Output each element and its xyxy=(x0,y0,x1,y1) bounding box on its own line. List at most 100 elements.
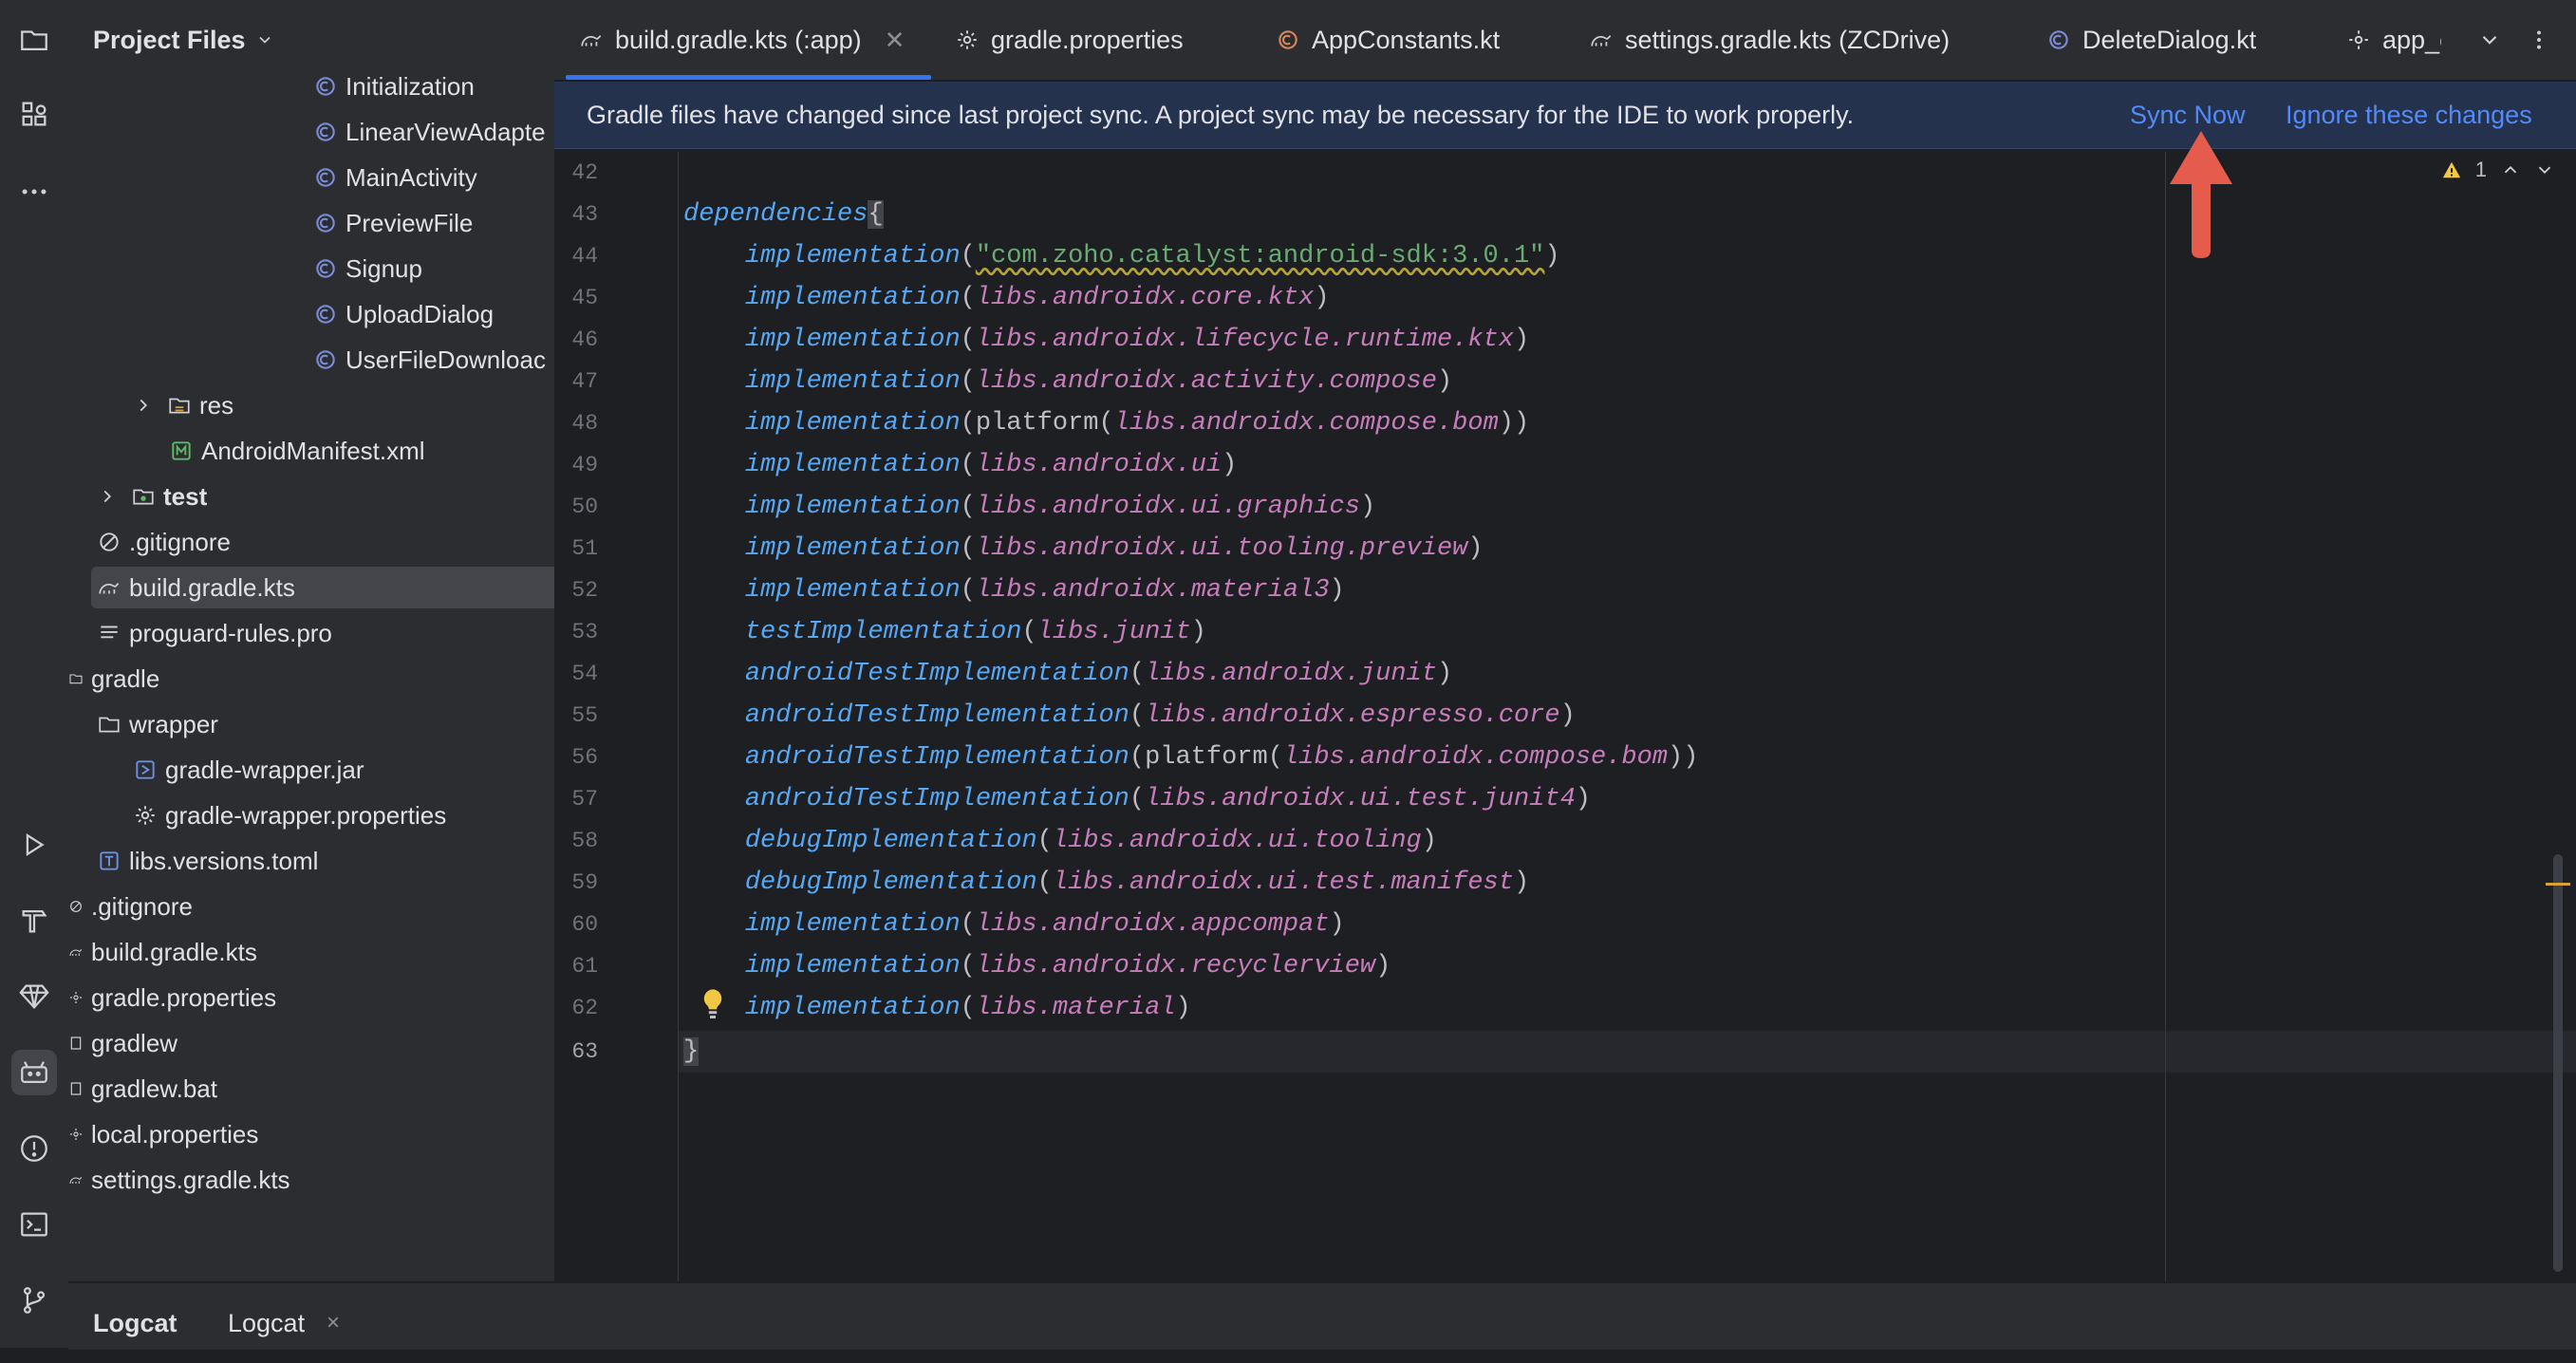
sync-message: Gradle files have changed since last pro… xyxy=(587,101,1855,129)
chevron-right-icon[interactable] xyxy=(97,486,118,507)
project-title[interactable]: Project Files xyxy=(93,26,246,55)
tree-item[interactable]: UserFileDownloac xyxy=(68,338,554,382)
close-icon[interactable]: × xyxy=(327,1283,340,1363)
line-number: 48 xyxy=(571,411,598,436)
inspection-widget[interactable]: 1 xyxy=(2441,158,2555,182)
tree-item[interactable]: settings.gradle.kts xyxy=(68,1158,554,1202)
folder-icon xyxy=(97,712,121,737)
code-line: implementation(platform(libs.androidx.co… xyxy=(744,409,1530,438)
tab-delete-dialog[interactable]: DeleteDialog.kt xyxy=(2046,0,2256,80)
function-token: implementation xyxy=(744,409,961,438)
tree-item-label: PreviewFile xyxy=(345,208,474,237)
tab-settings-gradle[interactable]: settings.gradle.kts (ZCDrive) xyxy=(1589,0,1950,80)
tree-item[interactable]: PreviewFile xyxy=(68,201,554,245)
settings-file-icon xyxy=(133,803,158,828)
tree-item[interactable]: gradle-wrapper.properties xyxy=(68,794,554,837)
folder-icon[interactable] xyxy=(11,17,57,63)
tree-item-res[interactable]: res xyxy=(68,383,554,427)
toml-icon xyxy=(97,849,121,873)
kotlin-class-icon xyxy=(2046,28,2071,52)
function-token: implementation xyxy=(744,952,961,980)
bottom-tool-bar: Logcat Logcat × xyxy=(68,1281,2576,1350)
run-icon[interactable] xyxy=(11,822,57,868)
chevron-up-icon[interactable] xyxy=(2500,159,2521,180)
code-line: implementation(libs.material) xyxy=(744,994,1191,1022)
code-line: debugImplementation(libs.androidx.ui.tes… xyxy=(744,868,1530,897)
tree-item[interactable]: gradlew xyxy=(68,1021,554,1065)
problems-icon[interactable] xyxy=(11,1126,57,1171)
git-icon[interactable] xyxy=(11,1278,57,1323)
ignore-changes-link[interactable]: Ignore these changes xyxy=(2286,82,2532,148)
tree-item[interactable]: .gitignore xyxy=(68,520,554,564)
line-number: 57 xyxy=(571,787,598,812)
function-token: platform xyxy=(975,409,1099,438)
brace-token: } xyxy=(683,1037,700,1066)
kotlin-class-icon xyxy=(313,211,338,235)
line-number: 49 xyxy=(571,453,598,477)
android-icon[interactable] xyxy=(11,1050,57,1095)
scrollbar-warning-mark xyxy=(2546,883,2570,886)
reference-token: libs.androidx.ui.tooling.preview xyxy=(975,534,1468,563)
code-line: implementation(libs.androidx.ui.graphics… xyxy=(744,493,1376,521)
tree-item[interactable]: AndroidManifest.xml xyxy=(68,429,554,473)
gem-icon[interactable] xyxy=(11,974,57,1019)
reference-token: libs.androidx.ui xyxy=(975,451,1223,479)
chevron-right-icon[interactable] xyxy=(133,395,154,416)
gradle-icon xyxy=(68,1167,84,1192)
chevron-down-icon[interactable] xyxy=(2534,159,2555,180)
tree-item[interactable]: Signup xyxy=(68,247,554,290)
chevron-down-icon[interactable] xyxy=(2477,28,2502,52)
tree-item[interactable]: MainActivity xyxy=(68,156,554,199)
folder-icon xyxy=(68,666,84,691)
line-number: 43 xyxy=(571,202,598,227)
tree-item[interactable]: gradle xyxy=(68,657,554,700)
line-number: 56 xyxy=(571,745,598,770)
inspection-count: 1 xyxy=(2474,158,2487,181)
tree-item[interactable]: LinearViewAdapte xyxy=(68,110,554,154)
tab-logcat-title[interactable]: Logcat xyxy=(93,1283,177,1363)
tree-item[interactable]: build.gradle.kts xyxy=(68,930,554,974)
tab-app-c[interactable]: app_c xyxy=(2346,0,2441,80)
tree-item[interactable]: .gitignore xyxy=(68,885,554,928)
line-number-current: 63 xyxy=(571,1039,598,1064)
project-header[interactable]: Project Files xyxy=(93,21,274,59)
tree-item[interactable]: libs.versions.toml xyxy=(68,839,554,883)
tab-gradle-properties[interactable]: gradle.properties xyxy=(955,0,1184,80)
tree-item-label: build.gradle.kts xyxy=(91,937,257,966)
tree-item[interactable]: local.properties xyxy=(68,1112,554,1156)
more-icon[interactable] xyxy=(11,169,57,215)
function-token: platform xyxy=(1145,743,1268,772)
function-token: implementation xyxy=(744,367,961,396)
code-line: } xyxy=(683,1031,700,1073)
build-icon[interactable] xyxy=(11,898,57,943)
tab-logcat[interactable]: Logcat xyxy=(228,1283,305,1363)
line-number-gutter: 42 43 44 45 46 47 48 49 50 51 52 53 54 5… xyxy=(554,152,679,1281)
tab-label: AppConstants.kt xyxy=(1312,25,1501,54)
more-vertical-icon[interactable] xyxy=(2527,28,2551,52)
tree-item[interactable]: gradlew.bat xyxy=(68,1067,554,1111)
line-number: 47 xyxy=(571,369,598,394)
function-token: androidTestImplementation xyxy=(744,701,1129,730)
tree-item[interactable]: wrapper xyxy=(68,702,554,746)
chevron-down-icon[interactable] xyxy=(255,30,274,49)
tree-item[interactable]: gradle.properties xyxy=(68,976,554,1019)
tree-item-test[interactable]: test xyxy=(68,475,554,518)
function-token: testImplementation xyxy=(744,618,1022,646)
current-line-highlight xyxy=(678,1031,2576,1073)
tree-item[interactable]: Initialization xyxy=(68,65,554,108)
tab-build-gradle-app[interactable]: build.gradle.kts (:app) ✕ xyxy=(565,0,932,80)
structure-icon[interactable] xyxy=(11,91,57,137)
tree-item-label: UserFileDownloac xyxy=(345,345,546,374)
reference-token: libs.androidx.lifecycle.runtime.ktx xyxy=(975,326,1514,354)
vertical-scrollbar[interactable] xyxy=(2553,854,2563,1272)
terminal-icon[interactable] xyxy=(11,1202,57,1247)
tab-app-constants[interactable]: AppConstants.kt xyxy=(1276,0,1500,80)
line-number: 60 xyxy=(571,912,598,937)
ignore-file-icon xyxy=(97,530,121,554)
tree-item[interactable]: UploadDialog xyxy=(68,292,554,336)
tree-item[interactable]: gradle-wrapper.jar xyxy=(68,748,554,792)
close-icon[interactable]: ✕ xyxy=(885,26,905,55)
tree-item[interactable]: proguard-rules.pro xyxy=(68,611,554,655)
kotlin-class-icon xyxy=(1276,28,1300,52)
tree-item-selected[interactable]: build.gradle.kts xyxy=(68,566,554,609)
